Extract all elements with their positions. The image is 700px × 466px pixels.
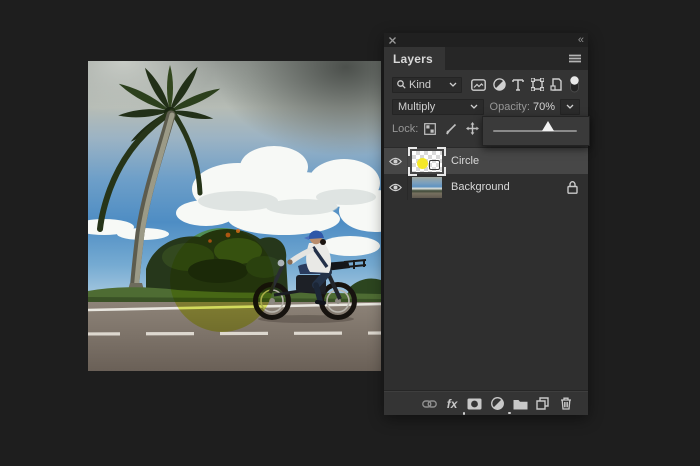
new-layer-button[interactable]: [532, 397, 555, 410]
lock-paint-icon[interactable]: [445, 123, 457, 135]
filter-pixel-layers-icon[interactable]: [471, 79, 486, 91]
tab-layers[interactable]: Layers: [384, 47, 445, 70]
filter-smart-objects-icon[interactable]: [550, 78, 562, 91]
selection-bracket: [408, 167, 417, 176]
panel-controls: Kind: [384, 70, 588, 147]
opacity-slider-popup: [482, 116, 590, 146]
close-icon[interactable]: [389, 37, 396, 44]
chevron-down-icon: [566, 104, 574, 109]
lock-label: Lock:: [392, 123, 418, 135]
filter-kind-label: Kind: [409, 79, 449, 91]
eye-icon: [389, 183, 402, 192]
layer-list: Circle Background: [384, 147, 588, 391]
visibility-toggle[interactable]: [384, 174, 408, 200]
collapse-panel-icon[interactable]: «: [578, 35, 583, 45]
new-layer-icon: [536, 397, 549, 410]
selection-bracket: [408, 147, 417, 156]
layer-row-circle[interactable]: Circle: [384, 148, 588, 174]
filter-kind-dropdown[interactable]: Kind: [392, 77, 462, 93]
link-layers-button[interactable]: [418, 400, 441, 408]
chain-icon: [422, 400, 437, 408]
add-layer-mask-button[interactable]: [463, 398, 486, 410]
chevron-down-icon: [470, 104, 478, 109]
blend-mode-value: Multiply: [398, 101, 470, 113]
adjustment-layer-icon: [491, 397, 504, 410]
blend-mode-dropdown[interactable]: Multiply: [392, 99, 484, 115]
panel-menu-icon[interactable]: [569, 54, 581, 63]
layer-thumbnail-background[interactable]: [412, 177, 442, 198]
opacity-slider-track[interactable]: [493, 130, 577, 132]
filter-type-buttons: [471, 76, 580, 93]
adjustment-menu-dot: [508, 412, 511, 415]
tab-row-spacer: [445, 47, 588, 70]
selection-bracket: [437, 167, 446, 176]
opacity-control: Opacity: 70%: [490, 99, 580, 115]
layer-name[interactable]: Background: [451, 181, 567, 193]
multiply-circle-overlay: [170, 228, 274, 332]
fx-menu-dot: [463, 412, 466, 415]
layer-mask-icon: [467, 398, 482, 410]
layer-name[interactable]: Circle: [451, 155, 588, 167]
panel-tab-row: Layers: [384, 47, 588, 70]
visibility-toggle[interactable]: [384, 148, 408, 174]
fx-icon: fx: [447, 397, 458, 411]
search-icon: [397, 80, 406, 89]
filter-row: Kind: [392, 76, 580, 93]
lock-transparency-icon[interactable]: [424, 123, 436, 135]
layer-row-background[interactable]: Background: [384, 174, 588, 200]
new-group-button[interactable]: [509, 398, 532, 410]
filter-shape-layers-icon[interactable]: [531, 78, 544, 91]
chevron-down-icon: [449, 82, 457, 87]
folder-icon: [513, 398, 528, 410]
layer-styles-button[interactable]: fx: [441, 397, 464, 411]
layer-lock-icon: [567, 181, 578, 194]
opacity-value[interactable]: 70%: [533, 101, 555, 113]
trash-icon: [560, 397, 572, 410]
thumbnail-yellow-circle: [417, 158, 428, 169]
opacity-slider-thumb[interactable]: [542, 121, 554, 131]
eye-icon: [389, 157, 402, 166]
layer-thumbnail-circle[interactable]: [412, 151, 442, 172]
lock-position-icon[interactable]: [466, 122, 479, 135]
filter-adjustment-layers-icon[interactable]: [493, 78, 506, 91]
filter-type-layers-icon[interactable]: [512, 79, 524, 91]
canvas-image[interactable]: [88, 61, 381, 371]
selection-bracket: [437, 147, 446, 156]
layers-panel: « Layers Kind: [384, 33, 588, 415]
filter-toggle-switch[interactable]: [569, 76, 580, 93]
delete-layer-button[interactable]: [554, 397, 577, 410]
opacity-dropdown-button[interactable]: [560, 99, 580, 115]
panel-toolbar: fx: [384, 391, 588, 415]
blend-row: Multiply Opacity: 70%: [392, 98, 580, 115]
new-adjustment-layer-button[interactable]: [486, 397, 509, 410]
panel-header-strip: «: [384, 33, 588, 47]
opacity-label: Opacity:: [490, 101, 530, 113]
panel-title: Layers: [393, 52, 433, 66]
